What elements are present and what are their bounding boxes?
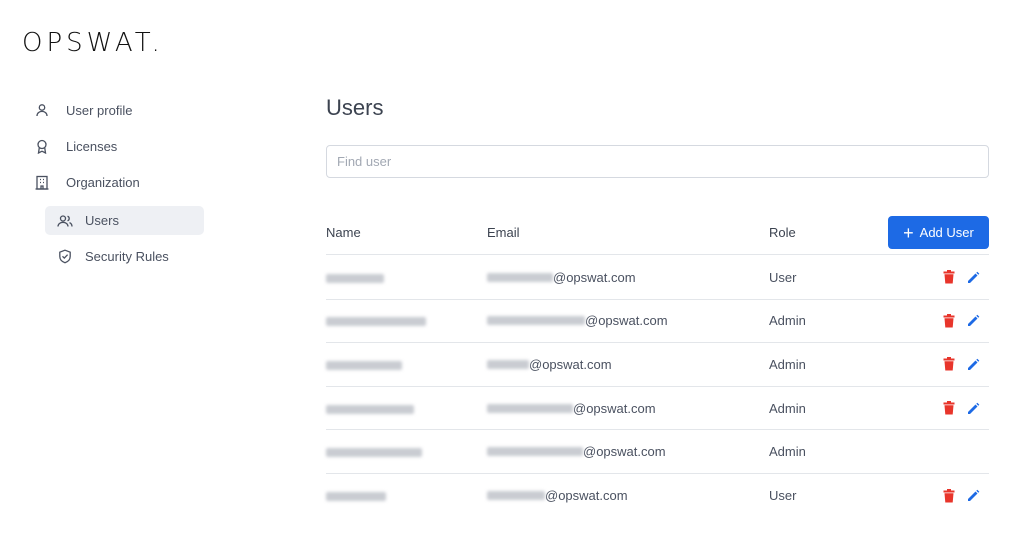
sidebar-item-organization[interactable]: Organization [28, 164, 208, 200]
building-icon [32, 172, 52, 192]
column-header-role: Role [769, 225, 796, 240]
redacted-name [326, 492, 386, 502]
table-row[interactable]: @opswat.com Admin [326, 300, 989, 344]
redacted-name [326, 361, 402, 371]
email-domain: @opswat.com [585, 313, 668, 329]
redacted-email-local [487, 491, 545, 501]
redacted-email-local [487, 316, 585, 326]
edit-icon[interactable] [966, 270, 980, 284]
sidebar-item-users[interactable]: Users [45, 206, 204, 235]
user-icon [32, 100, 52, 120]
column-header-email: Email [487, 225, 520, 240]
sidebar-item-licenses[interactable]: Licenses [28, 128, 208, 164]
add-user-label: Add User [919, 225, 974, 240]
users-icon [55, 211, 75, 231]
sidebar: User profile Licenses Organization Users… [28, 92, 208, 278]
table-header: Name Email Role + Add User [326, 211, 989, 255]
plus-icon: + [903, 222, 914, 243]
table-row[interactable]: @opswat.com Admin [326, 343, 989, 387]
edit-icon[interactable] [966, 401, 980, 415]
sidebar-item-label: Security Rules [85, 249, 169, 264]
sidebar-item-label: Users [85, 213, 119, 228]
email-domain: @opswat.com [545, 488, 628, 504]
email-domain: @opswat.com [529, 356, 612, 372]
table-row[interactable]: @opswat.com Admin [326, 430, 989, 474]
email-domain: @opswat.com [573, 400, 656, 416]
redacted-email-local [487, 447, 583, 457]
table-row[interactable]: @opswat.com User [326, 474, 989, 518]
role-cell: Admin [769, 444, 806, 460]
redacted-name [326, 273, 384, 283]
users-table-body: @opswat.com User @opswat.com Admin @opsw… [326, 256, 989, 518]
redacted-email-local [487, 403, 573, 413]
edit-icon[interactable] [966, 357, 980, 371]
add-user-button[interactable]: + Add User [888, 216, 989, 249]
role-cell: Admin [769, 400, 806, 416]
redacted-email-local [487, 272, 553, 282]
redacted-name [326, 404, 414, 414]
sidebar-item-label: User profile [66, 102, 133, 118]
role-cell: User [769, 488, 797, 504]
delete-icon[interactable] [942, 270, 956, 284]
sidebar-item-security-rules[interactable]: Security Rules [45, 242, 204, 271]
award-icon [32, 136, 52, 156]
role-cell: Admin [769, 356, 806, 372]
sidebar-item-label: Licenses [66, 138, 118, 154]
opswat-logo: OPSWAT. [22, 28, 164, 58]
column-header-name: Name [326, 225, 361, 240]
page-title: Users [326, 95, 384, 120]
role-cell: User [769, 269, 797, 285]
table-row[interactable]: @opswat.com Admin [326, 387, 989, 431]
role-cell: Admin [769, 313, 806, 329]
sidebar-item-user-profile[interactable]: User profile [28, 92, 208, 128]
table-row[interactable]: @opswat.com User [326, 256, 989, 300]
search-input[interactable] [326, 145, 989, 178]
delete-icon[interactable] [942, 401, 956, 415]
sidebar-item-label: Organization [66, 174, 140, 190]
delete-icon[interactable] [942, 488, 956, 503]
delete-icon[interactable] [942, 357, 956, 371]
email-domain: @opswat.com [583, 444, 666, 460]
delete-icon[interactable] [942, 313, 956, 328]
shield-check-icon [55, 247, 75, 267]
email-domain: @opswat.com [553, 269, 636, 285]
edit-icon[interactable] [966, 314, 980, 328]
redacted-email-local [487, 359, 529, 369]
redacted-name [326, 448, 422, 458]
redacted-name [326, 317, 426, 327]
edit-icon[interactable] [966, 489, 980, 503]
